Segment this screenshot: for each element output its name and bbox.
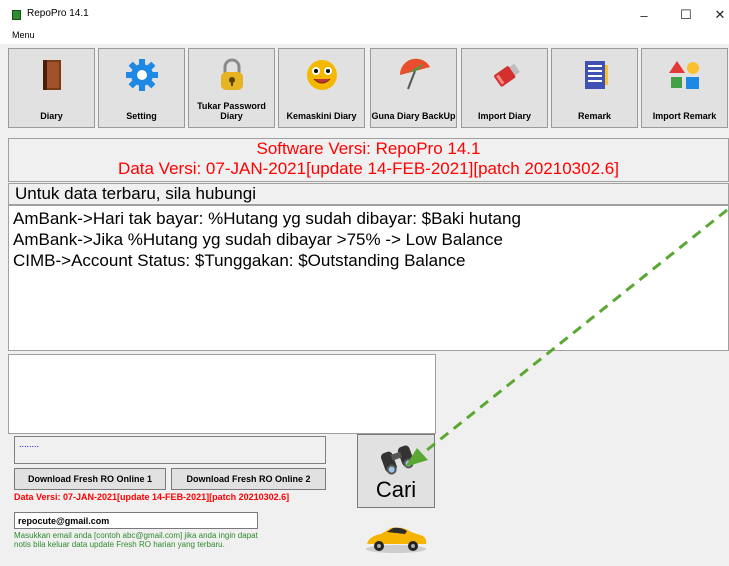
remark-label: Remark [577, 111, 612, 121]
toolbar: Diary Setting Tukar Password Diary Kemas… [8, 48, 729, 130]
menu-item-menu[interactable]: Menu [12, 30, 35, 40]
diary-label: Diary [40, 111, 63, 121]
email-help-text: Masukkan email anda [contoh abc@gmail.co… [14, 531, 314, 549]
shapes-icon [668, 61, 699, 89]
title-bar: RepoPro 14.1 – ☐ ✕ [0, 0, 729, 30]
status-box: ........ [14, 436, 326, 464]
import-remark-button[interactable]: Import Remark [641, 48, 728, 128]
setting-button[interactable]: Setting [98, 48, 185, 128]
app-icon [12, 10, 21, 20]
email-input[interactable] [14, 512, 258, 529]
import-diary-button[interactable]: Import Diary [461, 48, 548, 128]
contact-panel: Untuk data terbaru, sila hubungi [8, 183, 729, 205]
notepad-icon [584, 61, 608, 89]
binoculars-icon [380, 445, 414, 475]
diary-button[interactable]: Diary [8, 48, 95, 128]
remark-button[interactable]: Remark [551, 48, 638, 128]
message-textarea[interactable] [8, 354, 436, 434]
version-panel: Software Versi: RepoPro 14.1 Data Versi:… [8, 138, 729, 182]
gear-icon [125, 59, 158, 91]
import-remark-label: Import Remark [652, 111, 717, 121]
help-line: Masukkan email anda [contoh abc@gmail.co… [14, 531, 258, 540]
guna-diary-backup-button[interactable]: Guna Diary BackUp [370, 48, 457, 128]
kemaskini-diary-label: Kemaskini Diary [286, 111, 357, 121]
menu-bar: Menu [0, 30, 729, 44]
data-version-small-text: Data Versi: 07-JAN-2021[update 14-FEB-20… [14, 492, 290, 502]
smiley-icon [306, 60, 337, 90]
lock-icon [220, 58, 243, 90]
setting-label: Setting [126, 111, 157, 121]
car-image [366, 527, 427, 553]
tukar-password-diary-button[interactable]: Tukar Password Diary [188, 48, 275, 128]
software-version-text: Software Versi: RepoPro 14.1 [256, 139, 481, 158]
import-diary-label: Import Diary [477, 111, 531, 121]
close-button[interactable]: ✕ [700, 4, 729, 26]
book-icon [42, 60, 61, 90]
download-fresh-ro-1-button[interactable]: Download Fresh RO Online 1 [14, 468, 166, 490]
note-line: AmBank->Hari tak bayar: %Hutang yg sudah… [13, 209, 521, 228]
kemaskini-diary-button[interactable]: Kemaskini Diary [278, 48, 365, 128]
minimize-button[interactable]: – [624, 4, 664, 26]
usb-drive-icon [493, 63, 520, 87]
window-title: RepoPro 14.1 [27, 8, 89, 19]
note-line: AmBank->Jika %Hutang yg sudah dibayar >7… [13, 230, 503, 249]
download-fresh-ro-2-button[interactable]: Download Fresh RO Online 2 [171, 468, 326, 490]
guna-diary-backup-label: Guna Diary BackUp [371, 111, 456, 121]
cari-label: Cari [375, 477, 417, 502]
umbrella-icon [399, 58, 430, 90]
help-line: notis bila keluar data update Fresh RO h… [14, 540, 225, 549]
tukar-password-diary-label: Tukar Password Diary [197, 101, 266, 121]
note-line: CIMB->Account Status: $Tunggakan: $Outst… [13, 251, 466, 270]
cari-button[interactable]: Cari [357, 434, 435, 508]
data-version-text: Data Versi: 07-JAN-2021[update 14-FEB-20… [118, 159, 619, 178]
notes-panel[interactable]: AmBank->Hari tak bayar: %Hutang yg sudah… [8, 205, 729, 351]
